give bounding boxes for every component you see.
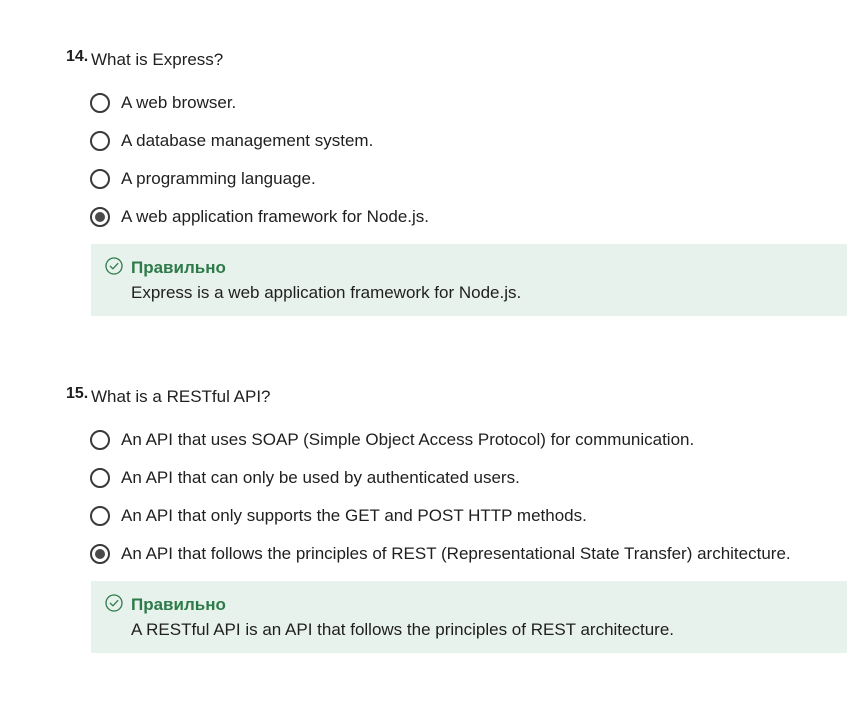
feedback-correct: Правильно Express is a web application f… bbox=[91, 244, 847, 316]
feedback-correct: Правильно A RESTful API is an API that f… bbox=[91, 581, 847, 653]
check-circle-icon bbox=[105, 257, 123, 275]
answer-option[interactable]: An API that uses SOAP (Simple Object Acc… bbox=[0, 430, 864, 468]
option-label: A programming language. bbox=[121, 169, 316, 188]
check-circle-icon bbox=[105, 594, 123, 612]
radio-button[interactable] bbox=[90, 169, 110, 189]
answer-option[interactable]: An API that can only be used by authenti… bbox=[0, 468, 864, 506]
answer-option-selected[interactable]: An API that follows the principles of RE… bbox=[0, 544, 864, 582]
answer-options: An API that uses SOAP (Simple Object Acc… bbox=[0, 430, 864, 582]
radio-button[interactable] bbox=[90, 93, 110, 113]
question-text: What is a RESTful API? bbox=[91, 387, 271, 406]
option-label: An API that follows the principles of RE… bbox=[121, 544, 791, 563]
radio-button[interactable] bbox=[90, 131, 110, 151]
question-text: What is Express? bbox=[91, 50, 224, 69]
radio-button-checked[interactable] bbox=[90, 207, 110, 227]
feedback-title: Правильно bbox=[131, 258, 226, 277]
option-label: A web application framework for Node.js. bbox=[121, 207, 430, 226]
feedback-text: A RESTful API is an API that follows the… bbox=[131, 620, 674, 639]
feedback-text: Express is a web application framework f… bbox=[131, 283, 522, 302]
answer-option[interactable]: An API that only supports the GET and PO… bbox=[0, 506, 864, 544]
answer-option[interactable]: A database management system. bbox=[0, 131, 864, 169]
radio-button[interactable] bbox=[90, 468, 110, 488]
answer-options: A web browser. A database management sys… bbox=[0, 93, 864, 245]
answer-option[interactable]: A programming language. bbox=[0, 169, 864, 207]
radio-button-checked[interactable] bbox=[90, 544, 110, 564]
option-label: An API that only supports the GET and PO… bbox=[121, 506, 587, 525]
question-14: 14. What is Express? A web browser. A da… bbox=[0, 46, 864, 316]
question-number: 15. bbox=[66, 385, 89, 402]
question-header: 14. What is Express? bbox=[0, 46, 864, 72]
answer-option[interactable]: A web browser. bbox=[0, 93, 864, 131]
question-number: 14. bbox=[66, 48, 89, 65]
question-15: 15. What is a RESTful API? An API that u… bbox=[0, 383, 864, 653]
option-label: An API that uses SOAP (Simple Object Acc… bbox=[121, 430, 695, 449]
radio-button[interactable] bbox=[90, 430, 110, 450]
radio-button[interactable] bbox=[90, 506, 110, 526]
option-label: A web browser. bbox=[121, 93, 237, 112]
answer-option-selected[interactable]: A web application framework for Node.js. bbox=[0, 207, 864, 245]
option-label: An API that can only be used by authenti… bbox=[121, 468, 520, 487]
option-label: A database management system. bbox=[121, 131, 374, 150]
feedback-title: Правильно bbox=[131, 595, 226, 614]
question-header: 15. What is a RESTful API? bbox=[0, 383, 864, 409]
